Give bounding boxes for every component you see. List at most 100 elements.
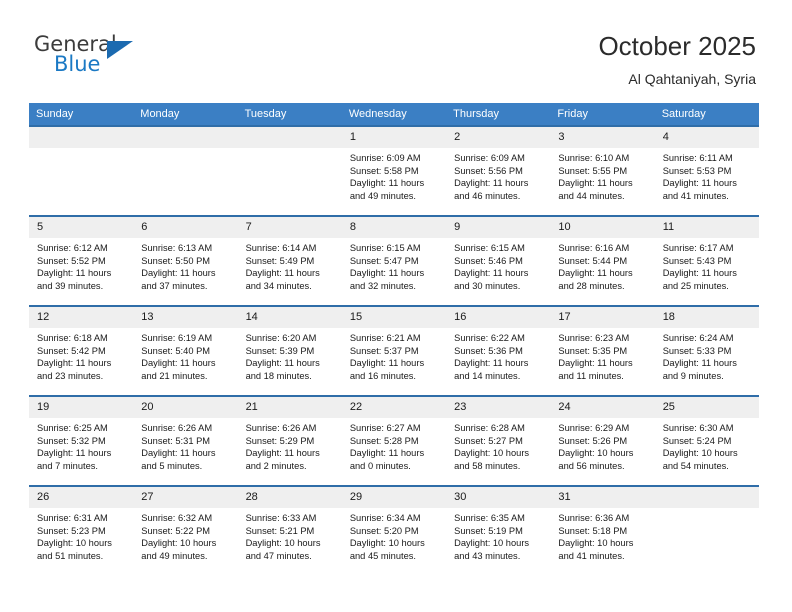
day-detail-line: and 11 minutes. bbox=[558, 370, 624, 381]
calendar-day-cell[interactable]: 25 Sunrise: 6:30 AM Sunset: 5:24 PM Dayligh… bbox=[654, 395, 759, 486]
day-details: Sunrise: 6:34 AM Sunset: 5:20 PM Daylight:… bbox=[342, 508, 446, 562]
calendar-day-cell[interactable]: 28 Sunrise: 6:33 AM Sunset: 5:21 PM Dayligh… bbox=[237, 485, 342, 575]
day-details: Sunrise: 6:11 AM Sunset: 5:53 PM Daylight:… bbox=[655, 148, 759, 202]
calendar-day-cell[interactable]: 21 Sunrise: 6:26 AM Sunset: 5:29 PM Dayligh… bbox=[237, 395, 342, 486]
calendar-day-cell[interactable]: 10 Sunrise: 6:16 AM Sunset: 5:44 PM Dayligh… bbox=[550, 215, 655, 306]
calendar-day-cell[interactable]: 30 Sunrise: 6:35 AM Sunset: 5:19 PM Dayligh… bbox=[446, 485, 551, 575]
day-detail-line: Daylight: 11 hours bbox=[349, 358, 425, 369]
calendar-day-cell[interactable]: 4 Sunrise: 6:11 AM Sunset: 5:53 PM Daylight… bbox=[654, 125, 759, 216]
calendar-day-cell[interactable]: 8 Sunrise: 6:15 AM Sunset: 5:47 PM Daylight… bbox=[341, 215, 447, 306]
day-number: 20 bbox=[133, 397, 238, 418]
calendar-day-cell-empty bbox=[654, 485, 759, 575]
day-number: 16 bbox=[446, 307, 551, 328]
day-detail-line: and 51 minutes. bbox=[37, 550, 104, 561]
calendar-day-cell[interactable]: 16 Sunrise: 6:22 AM Sunset: 5:36 PM Dayligh… bbox=[446, 305, 551, 396]
day-detail-line: Sunset: 5:53 PM bbox=[662, 165, 732, 176]
day-detail-line: and 25 minutes. bbox=[662, 280, 729, 291]
day-detail-line: Sunset: 5:43 PM bbox=[662, 255, 732, 266]
day-number: 7 bbox=[237, 217, 342, 238]
day-details: Sunrise: 6:26 AM Sunset: 5:29 PM Daylight:… bbox=[238, 418, 342, 472]
general-blue-logo[interactable]: General Blue bbox=[34, 33, 214, 85]
day-number: 30 bbox=[446, 487, 551, 508]
calendar-day-cell[interactable]: 9 Sunrise: 6:15 AM Sunset: 5:46 PM Daylight… bbox=[446, 215, 551, 306]
calendar-day-cell[interactable]: 14 Sunrise: 6:20 AM Sunset: 5:39 PM Dayligh… bbox=[237, 305, 342, 396]
day-number: 15 bbox=[341, 307, 447, 328]
day-detail-line: Sunrise: 6:13 AM bbox=[141, 243, 213, 253]
day-detail-line: Daylight: 10 hours bbox=[558, 448, 634, 459]
day-detail-line: Sunset: 5:29 PM bbox=[245, 435, 315, 446]
calendar-day-cell[interactable]: 20 Sunrise: 6:26 AM Sunset: 5:31 PM Dayligh… bbox=[133, 395, 238, 486]
calendar-day-cell[interactable]: 24 Sunrise: 6:29 AM Sunset: 5:26 PM Dayligh… bbox=[550, 395, 655, 486]
day-detail-line: Sunset: 5:56 PM bbox=[454, 165, 523, 176]
title-block: October 2025 Al Qahtaniyah, Syria bbox=[598, 30, 756, 89]
day-detail-line: and 2 minutes. bbox=[245, 460, 307, 471]
day-detail-line: Daylight: 11 hours bbox=[349, 178, 425, 189]
day-detail-line: Sunrise: 6:15 AM bbox=[349, 243, 421, 253]
calendar-day-cell[interactable]: 29 Sunrise: 6:34 AM Sunset: 5:20 PM Dayligh… bbox=[341, 485, 447, 575]
day-details: Sunrise: 6:17 AM Sunset: 5:43 PM Daylight:… bbox=[655, 238, 759, 292]
day-detail-line: Sunrise: 6:20 AM bbox=[245, 333, 317, 343]
day-detail-line: and 32 minutes. bbox=[349, 280, 416, 291]
weekday-header-monday: Monday bbox=[133, 103, 238, 126]
day-detail-line: Daylight: 11 hours bbox=[454, 358, 529, 369]
day-number: 26 bbox=[29, 487, 134, 508]
day-detail-line: and 0 minutes. bbox=[349, 460, 411, 471]
calendar-day-cell[interactable]: 15 Sunrise: 6:21 AM Sunset: 5:37 PM Dayligh… bbox=[341, 305, 447, 396]
calendar-day-cell[interactable]: 1 Sunrise: 6:09 AM Sunset: 5:58 PM Daylight… bbox=[341, 125, 447, 216]
day-detail-line: Daylight: 11 hours bbox=[245, 358, 320, 369]
day-detail-line: Sunrise: 6:27 AM bbox=[349, 423, 421, 433]
calendar-day-cell[interactable]: 22 Sunrise: 6:27 AM Sunset: 5:28 PM Dayligh… bbox=[341, 395, 447, 486]
calendar-day-cell[interactable]: 17 Sunrise: 6:23 AM Sunset: 5:35 PM Dayligh… bbox=[550, 305, 655, 396]
calendar-day-cell[interactable]: 5 Sunrise: 6:12 AM Sunset: 5:52 PM Daylight… bbox=[29, 215, 134, 306]
day-detail-line: Sunrise: 6:25 AM bbox=[37, 423, 108, 433]
calendar-day-cell[interactable]: 11 Sunrise: 6:17 AM Sunset: 5:43 PM Dayligh… bbox=[654, 215, 759, 306]
calendar-week-row: 19 Sunrise: 6:25 AM Sunset: 5:32 PM Dayligh… bbox=[29, 395, 759, 486]
day-details: Sunrise: 6:22 AM Sunset: 5:36 PM Daylight:… bbox=[446, 328, 550, 382]
sunrise-sunset-calendar: Sunday Monday Tuesday Wednesday Thursday Frid… bbox=[29, 103, 759, 575]
calendar-day-cell[interactable]: 27 Sunrise: 6:32 AM Sunset: 5:22 PM Dayligh… bbox=[133, 485, 238, 575]
day-number: 21 bbox=[237, 397, 342, 418]
calendar-day-cell[interactable]: 3 Sunrise: 6:10 AM Sunset: 5:55 PM Daylight… bbox=[550, 125, 655, 216]
calendar-day-cell[interactable]: 7 Sunrise: 6:14 AM Sunset: 5:49 PM Daylight… bbox=[237, 215, 342, 306]
calendar-day-cell[interactable]: 6 Sunrise: 6:13 AM Sunset: 5:50 PM Daylight… bbox=[133, 215, 238, 306]
day-detail-line: Sunrise: 6:31 AM bbox=[37, 513, 108, 523]
day-number: 24 bbox=[550, 397, 655, 418]
day-detail-line: Sunrise: 6:18 AM bbox=[37, 333, 108, 343]
day-detail-line: Sunrise: 6:16 AM bbox=[558, 243, 630, 253]
day-detail-line: Sunset: 5:58 PM bbox=[349, 165, 419, 176]
day-detail-line: and 9 minutes. bbox=[662, 370, 724, 381]
day-detail-line: and 54 minutes. bbox=[662, 460, 729, 471]
day-details: Sunrise: 6:18 AM Sunset: 5:42 PM Daylight:… bbox=[29, 328, 133, 382]
day-detail-line: Sunset: 5:47 PM bbox=[349, 255, 419, 266]
day-detail-line: and 34 minutes. bbox=[245, 280, 312, 291]
day-details: Sunrise: 6:28 AM Sunset: 5:27 PM Daylight:… bbox=[446, 418, 550, 472]
day-number: 14 bbox=[237, 307, 342, 328]
day-detail-line: Daylight: 11 hours bbox=[662, 268, 737, 279]
calendar-day-cell[interactable]: 19 Sunrise: 6:25 AM Sunset: 5:32 PM Dayligh… bbox=[29, 395, 134, 486]
day-details: Sunrise: 6:13 AM Sunset: 5:50 PM Daylight:… bbox=[133, 238, 237, 292]
day-detail-line: Sunrise: 6:26 AM bbox=[245, 423, 317, 433]
calendar-page: General Blue October 2025 Al Qahtaniyah,… bbox=[0, 0, 792, 612]
day-detail-line: Sunset: 5:55 PM bbox=[558, 165, 628, 176]
calendar-day-cell[interactable]: 2 Sunrise: 6:09 AM Sunset: 5:56 PM Daylight… bbox=[446, 125, 551, 216]
day-details: Sunrise: 6:20 AM Sunset: 5:39 PM Daylight:… bbox=[238, 328, 342, 382]
calendar-day-cell[interactable]: 18 Sunrise: 6:24 AM Sunset: 5:33 PM Dayligh… bbox=[654, 305, 759, 396]
day-detail-line: Sunrise: 6:12 AM bbox=[37, 243, 108, 253]
calendar-day-cell[interactable]: 13 Sunrise: 6:19 AM Sunset: 5:40 PM Dayligh… bbox=[133, 305, 238, 396]
day-detail-line: and 58 minutes. bbox=[454, 460, 521, 471]
calendar-day-cell[interactable]: 26 Sunrise: 6:31 AM Sunset: 5:23 PM Dayligh… bbox=[29, 485, 134, 575]
day-detail-line: Sunrise: 6:34 AM bbox=[349, 513, 421, 523]
calendar-day-cell[interactable]: 31 Sunrise: 6:36 AM Sunset: 5:18 PM Dayligh… bbox=[550, 485, 655, 575]
day-detail-line: Sunrise: 6:22 AM bbox=[454, 333, 525, 343]
day-details: Sunrise: 6:10 AM Sunset: 5:55 PM Daylight:… bbox=[550, 148, 654, 202]
day-detail-line: Sunrise: 6:28 AM bbox=[454, 423, 525, 433]
day-detail-line: Daylight: 10 hours bbox=[37, 538, 112, 549]
day-detail-line: Daylight: 11 hours bbox=[245, 268, 320, 279]
calendar-day-cell[interactable]: 12 Sunrise: 6:18 AM Sunset: 5:42 PM Dayligh… bbox=[29, 305, 134, 396]
day-detail-line: Daylight: 11 hours bbox=[349, 448, 425, 459]
day-details: Sunrise: 6:16 AM Sunset: 5:44 PM Daylight:… bbox=[550, 238, 654, 292]
calendar-day-cell[interactable]: 23 Sunrise: 6:28 AM Sunset: 5:27 PM Dayligh… bbox=[446, 395, 551, 486]
day-detail-line: Daylight: 11 hours bbox=[558, 358, 633, 369]
day-details: Sunrise: 6:23 AM Sunset: 5:35 PM Daylight:… bbox=[550, 328, 654, 382]
page-subtitle: Al Qahtaniyah, Syria bbox=[628, 71, 756, 87]
